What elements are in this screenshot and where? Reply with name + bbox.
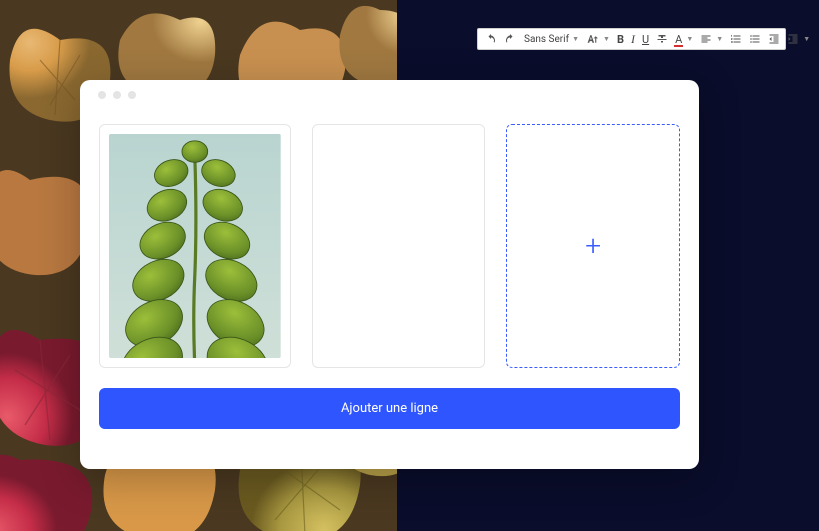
indent-decrease-icon	[768, 33, 780, 45]
window-dot	[98, 91, 106, 99]
align-button[interactable]	[697, 30, 715, 48]
unordered-list-icon	[749, 33, 761, 45]
font-size-icon	[586, 33, 599, 46]
undo-button[interactable]	[482, 30, 500, 48]
indent-increase-button[interactable]	[784, 30, 802, 48]
font-family-label: Sans Serif	[524, 34, 569, 45]
plus-icon: +	[585, 232, 601, 260]
strikethrough-button[interactable]	[653, 30, 671, 48]
bold-button[interactable]: B	[614, 30, 627, 48]
chevron-down-icon: ▼	[803, 35, 813, 43]
indent-increase-icon	[787, 33, 799, 45]
font-size-select[interactable]	[583, 30, 602, 48]
window-dot	[128, 91, 136, 99]
image-card[interactable]	[99, 124, 291, 368]
window-dot	[113, 91, 121, 99]
chevron-down-icon: ▼	[716, 35, 726, 43]
add-row-button[interactable]: Ajouter une ligne	[99, 388, 680, 429]
indent-decrease-button[interactable]	[765, 30, 783, 48]
content-cards-row: +	[80, 110, 699, 368]
unordered-list-button[interactable]	[746, 30, 764, 48]
text-format-toolbar: Sans Serif ▼ ▼ B I U A ▼ ▼ ▼	[477, 28, 786, 50]
align-left-icon	[700, 33, 712, 45]
font-family-select[interactable]: Sans Serif	[520, 30, 571, 48]
chevron-down-icon: ▼	[686, 35, 696, 43]
window-titlebar	[80, 80, 699, 110]
undo-icon	[485, 33, 497, 45]
editor-window: + Ajouter une ligne	[80, 80, 699, 469]
redo-icon	[504, 33, 516, 45]
empty-card[interactable]	[312, 124, 486, 368]
redo-button[interactable]	[501, 30, 519, 48]
add-row-label: Ajouter une ligne	[341, 401, 438, 416]
plant-image	[109, 134, 281, 358]
italic-button[interactable]: I	[628, 30, 638, 48]
text-color-button[interactable]: A	[672, 30, 685, 48]
ordered-list-icon	[730, 33, 742, 45]
ordered-list-button[interactable]	[727, 30, 745, 48]
strikethrough-icon	[656, 33, 668, 45]
chevron-down-icon: ▼	[572, 35, 582, 43]
underline-button[interactable]: U	[639, 30, 652, 48]
add-card[interactable]: +	[506, 124, 680, 368]
chevron-down-icon: ▼	[603, 35, 613, 43]
